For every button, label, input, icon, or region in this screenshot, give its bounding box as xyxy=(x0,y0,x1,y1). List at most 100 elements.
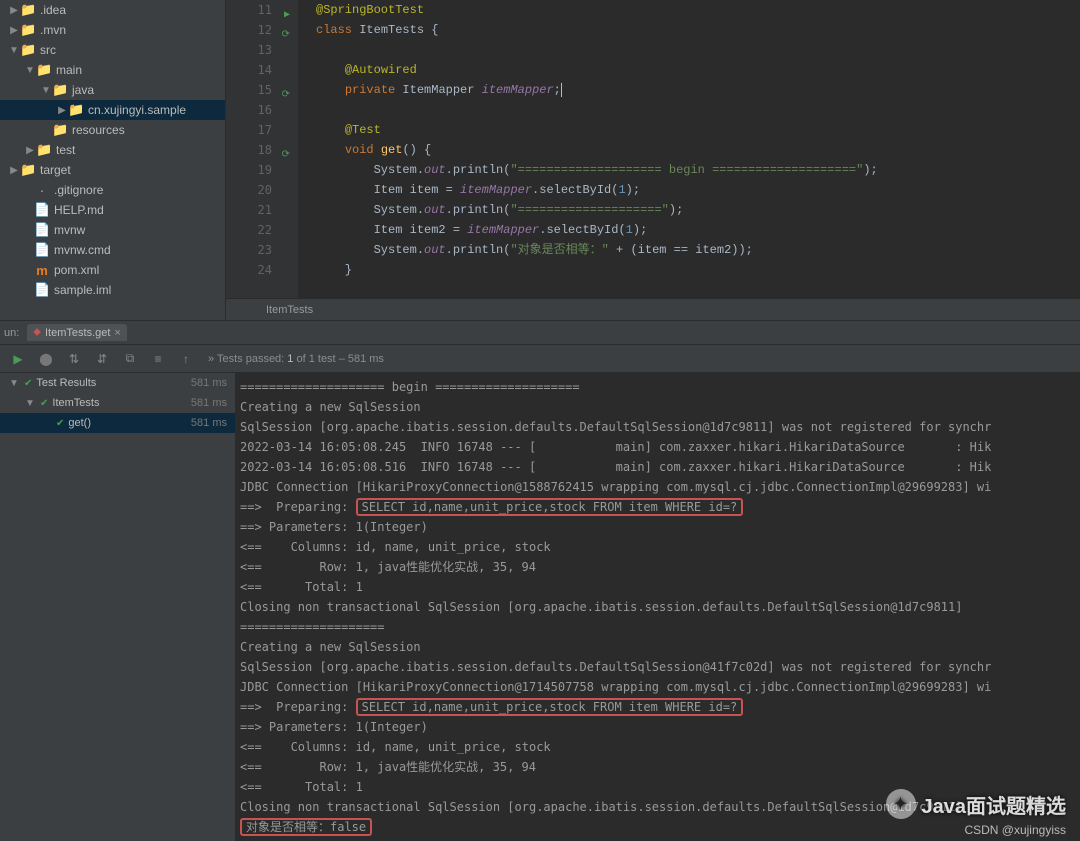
close-icon[interactable]: × xyxy=(114,327,120,339)
console-line: SqlSession [org.apache.ibatis.session.de… xyxy=(240,657,1080,677)
run-tab[interactable]: ⬥ ItemTests.get × xyxy=(27,324,127,341)
breadcrumb[interactable]: ItemTests xyxy=(226,298,1080,320)
expand-btn[interactable]: ≡ xyxy=(148,349,168,369)
rerun-button[interactable]: ▶ xyxy=(8,349,28,369)
tree-item[interactable]: ▶📁target xyxy=(0,160,225,180)
tree-item-label: resources xyxy=(72,123,125,137)
code-line[interactable]: Item item = itemMapper.selectById(1); xyxy=(316,180,1080,200)
run-tab-label: ItemTests.get xyxy=(45,327,110,339)
test-tree-item[interactable]: ▼✔Test Results581 ms xyxy=(0,373,235,393)
code-line[interactable]: System.out.println("对象是否相等：" + (item == … xyxy=(316,240,1080,260)
tree-item-label: test xyxy=(56,143,75,157)
tree-item[interactable]: ▶📁cn.xujingyi.sample xyxy=(0,100,225,120)
folder-icon: 📁 xyxy=(20,162,36,178)
expand-icon[interactable]: ▶ xyxy=(8,25,20,36)
test-tree[interactable]: ▼✔Test Results581 ms▼✔ItemTests581 ms✔ge… xyxy=(0,373,236,841)
console-line: 2022-03-14 16:05:08.245 INFO 16748 --- [… xyxy=(240,437,1080,457)
code-line[interactable]: class ItemTests { xyxy=(316,20,1080,40)
folder-icon: 📁 xyxy=(36,142,52,158)
code-line[interactable]: System.out.println("====================… xyxy=(316,200,1080,220)
line-number: 12 xyxy=(226,20,272,40)
expand-icon[interactable]: ▶ xyxy=(8,165,20,176)
console-line: <== Row: 1, java性能优化实战, 35, 94 xyxy=(240,757,1080,777)
tree-item[interactable]: ▼📁 src xyxy=(0,40,225,60)
run-tab-icon: ⬥ xyxy=(33,326,41,339)
tree-item[interactable]: ▶📁.mvn xyxy=(0,20,225,40)
code-line[interactable]: @SpringBootTest xyxy=(316,0,1080,20)
tree-item[interactable]: 📄sample.iml xyxy=(0,280,225,300)
tree-item-label: .mvn xyxy=(40,23,66,37)
code-line[interactable] xyxy=(316,40,1080,60)
console-output[interactable]: ==================== begin =============… xyxy=(236,373,1080,841)
code-line[interactable]: System.out.println("====================… xyxy=(316,160,1080,180)
stop-button[interactable]: ⬤ xyxy=(36,349,56,369)
line-gutter: 1112131415161718192021222324 xyxy=(226,0,298,298)
console-line: SqlSession [org.apache.ibatis.session.de… xyxy=(240,417,1080,437)
run-panel: un: ⬥ ItemTests.get × ▶ ⬤ ⇅ ⇵ ⧉ ≡ ↑ » Te… xyxy=(0,320,1080,841)
expand-icon[interactable]: ▶ xyxy=(24,145,36,156)
folder-icon: 📁 xyxy=(36,62,52,78)
line-number: 21 xyxy=(226,200,272,220)
test-tree-item[interactable]: ▼✔ItemTests581 ms xyxy=(0,393,235,413)
sort-btn-2[interactable]: ⇵ xyxy=(92,349,112,369)
expand-icon[interactable]: ▼ xyxy=(24,65,36,76)
code-editor[interactable]: 1112131415161718192021222324 @SpringBoot… xyxy=(226,0,1080,320)
folder-icon: 📁 xyxy=(52,122,68,138)
code-line[interactable]: private ItemMapper itemMapper; xyxy=(316,80,1080,100)
test-label: get() xyxy=(68,417,91,429)
filter-btn[interactable]: ⧉ xyxy=(120,349,140,369)
run-gutter-icon[interactable] xyxy=(278,23,290,35)
code-line[interactable]: } xyxy=(316,260,1080,280)
tree-item[interactable]: ▼📁main xyxy=(0,60,225,80)
tree-item[interactable]: ▼📁 java xyxy=(0,80,225,100)
pass-icon: ✔ xyxy=(24,378,32,389)
prev-btn[interactable]: ↑ xyxy=(176,349,196,369)
test-tree-item[interactable]: ✔get()581 ms xyxy=(0,413,235,433)
expand-icon[interactable]: ▶ xyxy=(56,105,68,116)
expand-icon[interactable]: ▼ xyxy=(24,398,36,409)
pass-icon: ✔ xyxy=(56,418,64,429)
tree-item[interactable]: 📁 resources xyxy=(0,120,225,140)
expand-icon[interactable]: ▼ xyxy=(8,45,20,56)
tree-item[interactable]: 📄HELP.md xyxy=(0,200,225,220)
console-line: JDBC Connection [HikariProxyConnection@1… xyxy=(240,677,1080,697)
code-line[interactable]: Item item2 = itemMapper.selectById(1); xyxy=(316,220,1080,240)
expand-icon[interactable]: ▼ xyxy=(8,378,20,389)
line-number: 22 xyxy=(226,220,272,240)
tree-item[interactable]: 📄mvnw xyxy=(0,220,225,240)
tree-item[interactable]: ▶📁 test xyxy=(0,140,225,160)
tree-item[interactable]: ·.gitignore xyxy=(0,180,225,200)
console-line: 2022-03-14 16:05:08.516 INFO 16748 --- [… xyxy=(240,457,1080,477)
line-number: 18 xyxy=(226,140,272,160)
tree-item[interactable]: ▶📁.idea xyxy=(0,0,225,20)
project-tree[interactable]: ▶📁.idea▶📁.mvn▼📁src▼📁main▼📁java▶📁cn.xujin… xyxy=(0,0,226,320)
console-line: <== Columns: id, name, unit_price, stock xyxy=(240,737,1080,757)
sort-btn-1[interactable]: ⇅ xyxy=(64,349,84,369)
console-line: JDBC Connection [HikariProxyConnection@1… xyxy=(240,477,1080,497)
run-gutter-icon[interactable] xyxy=(278,83,290,95)
run-gutter-icon[interactable] xyxy=(278,3,290,15)
code-body[interactable]: @SpringBootTestclass ItemTests { @Autowi… xyxy=(298,0,1080,298)
tree-item[interactable]: 📄mvnw.cmd xyxy=(0,240,225,260)
console-line: 对象是否相等：false xyxy=(240,817,1080,837)
expand-icon[interactable]: ▼ xyxy=(40,85,52,96)
test-duration: 581 ms xyxy=(191,397,227,409)
folder-icon: 📁 xyxy=(20,42,36,58)
folder-icon: 📄 xyxy=(34,202,50,218)
expand-icon[interactable]: ▶ xyxy=(8,5,20,16)
console-line: <== Columns: id, name, unit_price, stock xyxy=(240,537,1080,557)
tree-item[interactable]: mpom.xml xyxy=(0,260,225,280)
code-line[interactable] xyxy=(316,100,1080,120)
highlighted-sql: 对象是否相等：false xyxy=(240,818,372,836)
run-gutter-icon[interactable] xyxy=(278,143,290,155)
code-line[interactable]: @Autowired xyxy=(316,60,1080,80)
folder-icon: 📁 xyxy=(52,82,68,98)
tree-item-label: cn.xujingyi.sample xyxy=(88,103,186,117)
code-line[interactable]: @Test xyxy=(316,120,1080,140)
tree-item-label: java xyxy=(72,83,94,97)
test-status: » Tests passed: 1 of 1 test – 581 ms xyxy=(208,353,384,365)
tree-item-label: src xyxy=(40,43,56,57)
code-line[interactable]: void get() { xyxy=(316,140,1080,160)
folder-icon: · xyxy=(34,183,50,198)
tree-item-label: mvnw.cmd xyxy=(54,243,111,257)
